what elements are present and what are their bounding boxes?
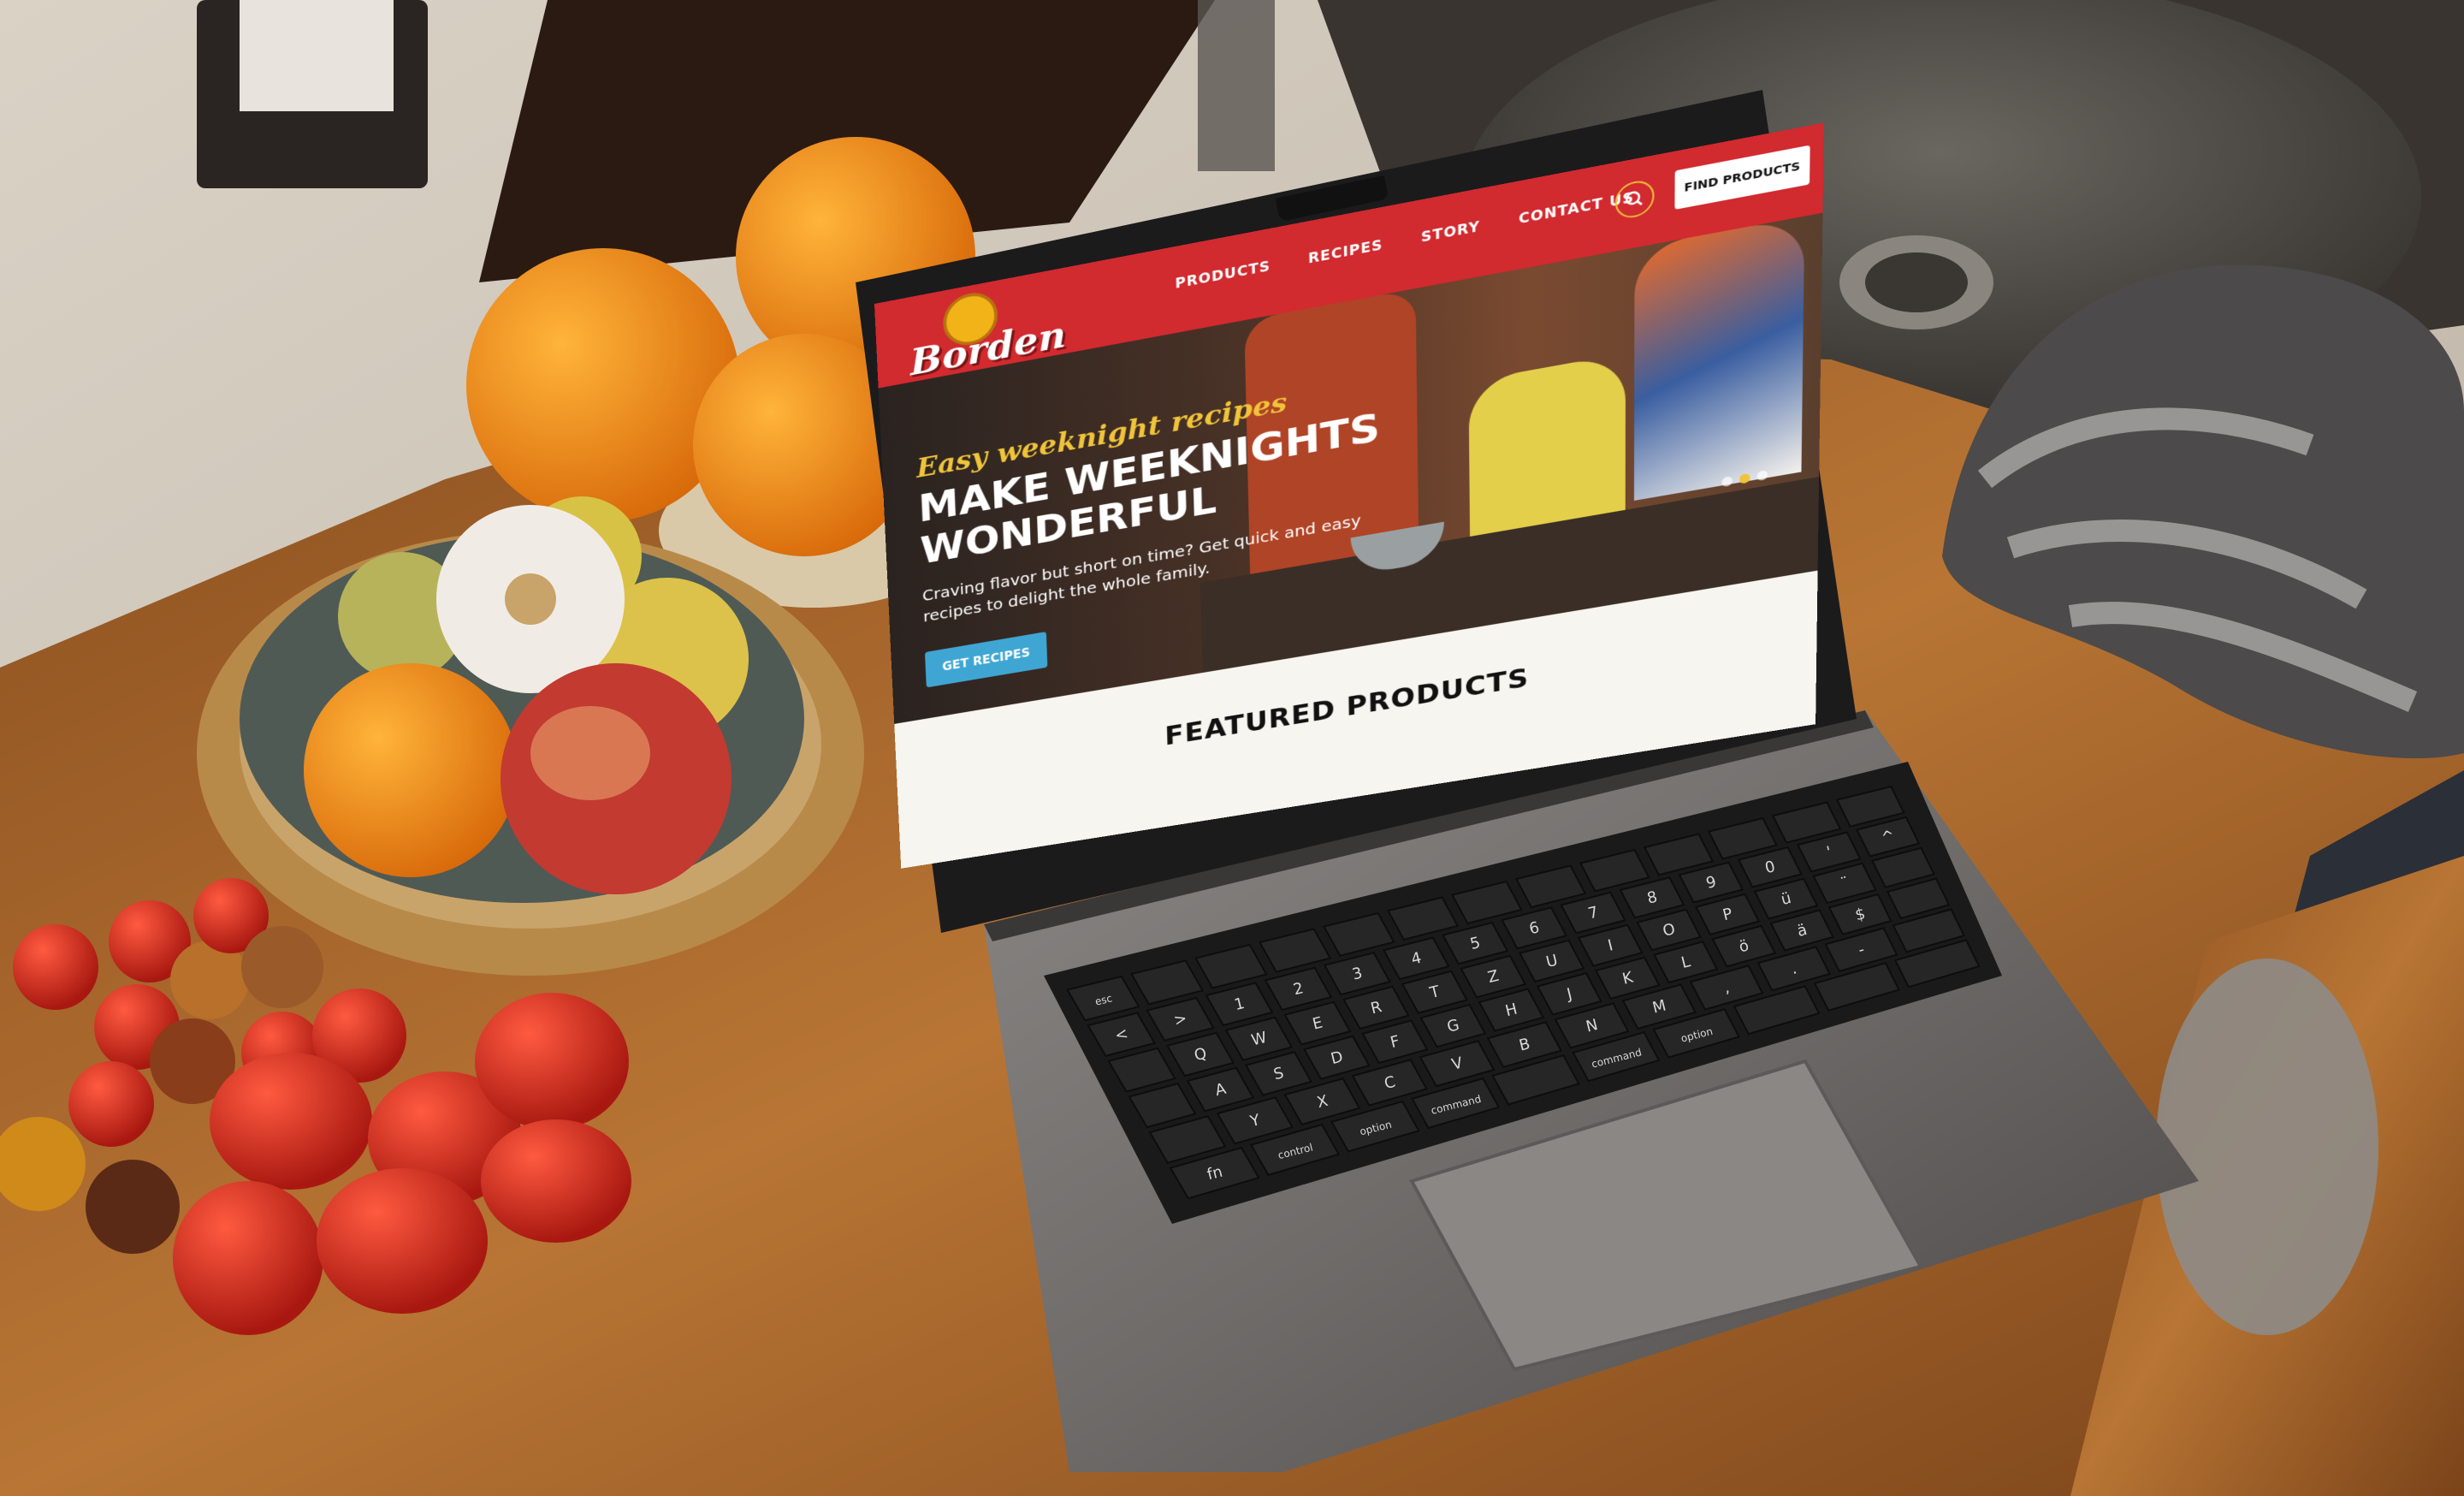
keyboard-key bbox=[1322, 911, 1395, 957]
carousel-dot[interactable] bbox=[1721, 476, 1732, 488]
carousel-dot-active[interactable] bbox=[1739, 472, 1750, 484]
keyboard-key bbox=[1194, 943, 1268, 989]
keyboard-key bbox=[1107, 1047, 1176, 1093]
keyboard-key bbox=[1258, 928, 1332, 973]
keyboard-key bbox=[1128, 1082, 1197, 1129]
hero-photo-woman bbox=[1633, 216, 1805, 501]
keyboard-key bbox=[1130, 959, 1205, 1006]
search-icon bbox=[1617, 180, 1653, 219]
carousel-dot[interactable] bbox=[1756, 470, 1768, 482]
